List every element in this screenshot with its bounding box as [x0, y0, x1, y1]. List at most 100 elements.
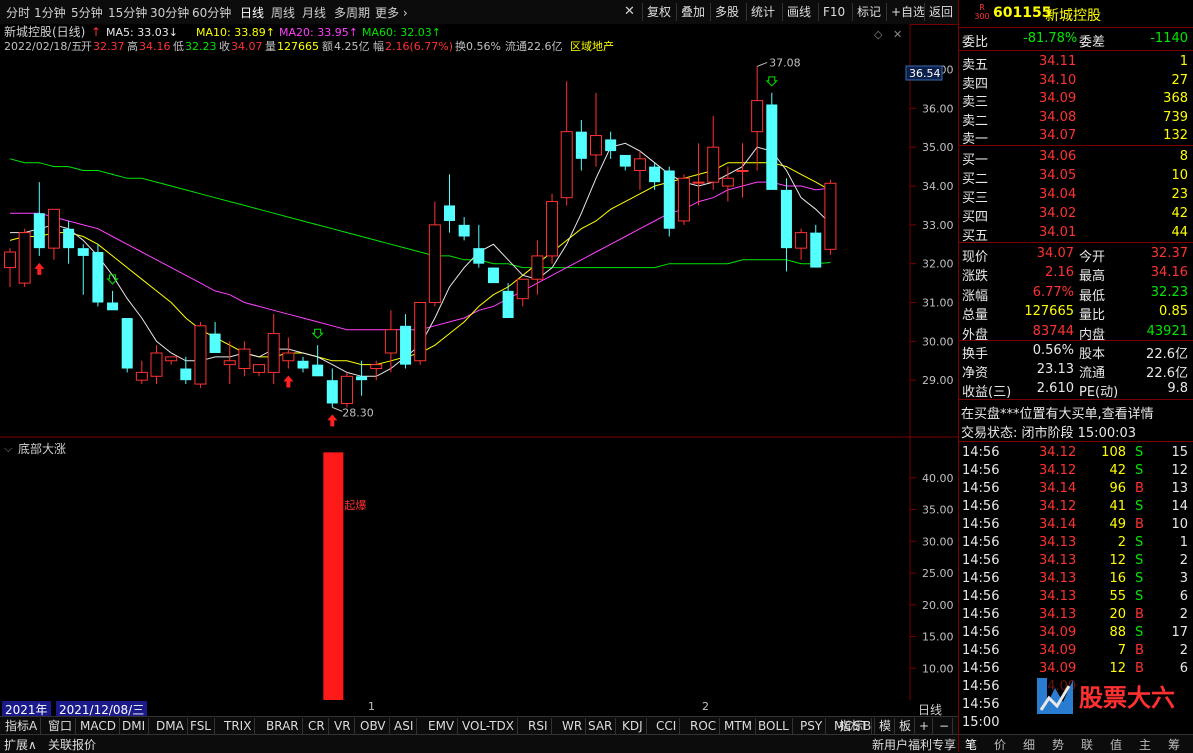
indicator-tab-emv[interactable]: EMV — [425, 718, 459, 734]
close-chart-icon[interactable]: ✕ — [893, 28, 902, 41]
period-30min[interactable]: 30分钟 — [150, 4, 189, 21]
big-order-notice[interactable]: 在买盘***位置有大买单,查看详情 — [959, 401, 1193, 422]
expand-button[interactable]: 扩展∧ — [4, 736, 37, 753]
indicator-tab-boll[interactable]: BOLL — [755, 718, 793, 734]
panel-tab-1[interactable]: 价 — [994, 736, 1006, 753]
period-monthly[interactable]: 月线 — [302, 4, 326, 21]
tick-row: 14:56 34.13 55 S 6 — [959, 587, 1193, 607]
period-more[interactable]: 更多 › — [375, 4, 408, 21]
add-watchlist-button[interactable]: +自选 — [886, 3, 929, 21]
price-tick-label: 32.00 — [922, 258, 954, 271]
tick-time: 14:56 — [962, 553, 1000, 568]
tick-volume: 7 — [1117, 643, 1126, 658]
f10-button[interactable]: F10 — [818, 3, 849, 21]
indicator-tab-sar[interactable]: SAR — [585, 718, 617, 734]
indicator-tab-asi[interactable]: ASI — [391, 718, 418, 734]
indicator-tab-fsl[interactable]: FSL — [187, 718, 215, 734]
diamond-icon[interactable]: ◇ — [874, 28, 883, 41]
indicator-tab-dma[interactable]: DMA — [153, 718, 188, 734]
tick-volume: 88 — [1109, 625, 1126, 640]
tick-direction: B — [1135, 517, 1144, 532]
stat-row: 涨跌 2.16 最高 34.16 — [959, 263, 1193, 284]
indicator-tab-mtm[interactable]: MTM — [721, 718, 757, 734]
info-close: 34.07 — [231, 40, 263, 53]
indicator-right-2[interactable]: 板 — [896, 718, 916, 734]
weibi-row: 委比 -81.78% 委差 -1140 — [959, 29, 1193, 50]
period-15min[interactable]: 15分钟 — [108, 4, 147, 21]
indicator-tab-rsi[interactable]: RSI — [525, 718, 552, 734]
tick-volume: 55 — [1109, 589, 1126, 604]
period-weekly[interactable]: 周线 — [271, 4, 295, 21]
indicator-tab-psy[interactable]: PSY — [797, 718, 827, 734]
statistics-button[interactable]: 统计 — [746, 3, 779, 21]
period-multi[interactable]: 多周期 — [334, 4, 370, 21]
tick-time: 14:56 — [962, 589, 1000, 604]
indicator-right-1[interactable]: 模 — [876, 718, 896, 734]
close-icon[interactable]: ✕ — [624, 4, 635, 19]
tick-volume: 108 — [1101, 445, 1126, 460]
indicator-tab-指标a[interactable]: 指标A — [2, 718, 42, 734]
indicator-right-4[interactable]: − — [936, 718, 954, 734]
indicator-right-0[interactable]: 指标B — [836, 718, 876, 734]
candle-body — [194, 325, 207, 385]
new-user-welfare-link[interactable]: 新用户福利专享 — [872, 736, 956, 753]
mark-button[interactable]: 标记 — [852, 3, 885, 21]
overlay-button[interactable]: 叠加 — [676, 3, 709, 21]
tick-count: 2 — [1179, 553, 1188, 568]
indicator-tab-roc[interactable]: ROC — [687, 718, 721, 734]
panel-tab-6[interactable]: 主 — [1139, 736, 1151, 753]
candle-body — [312, 364, 324, 377]
period-5min[interactable]: 5分钟 — [71, 4, 103, 21]
indicator-tab-dmi[interactable]: DMI — [119, 718, 150, 734]
tick-price: 34.12 — [1039, 499, 1077, 514]
indicator-tab-cci[interactable]: CCI — [653, 718, 681, 734]
fin-value: 0.56% — [1032, 343, 1074, 358]
draw-line-button[interactable]: 画线 — [782, 3, 815, 21]
panel-tab-4[interactable]: 联 — [1081, 736, 1093, 753]
period-toolbar: 分时 1分钟 5分钟 15分钟 30分钟 60分钟 日线 周线 月线 多周期 更… — [0, 0, 958, 25]
indicator-tab-cr[interactable]: CR — [305, 718, 329, 734]
panel-tab-2[interactable]: 细 — [1023, 736, 1035, 753]
indicator-right-3[interactable]: + — [916, 718, 934, 734]
divider — [959, 27, 1193, 28]
candle-body — [751, 100, 764, 133]
candle-body — [135, 371, 148, 381]
indicator-tab-vol-tdx[interactable]: VOL-TDX — [459, 718, 518, 734]
indicator-tab-vr[interactable]: VR — [331, 718, 355, 734]
tick-price: 34.13 — [1039, 607, 1077, 622]
fuquan-button[interactable]: 复权 — [642, 3, 675, 21]
period-fenshi[interactable]: 分时 — [6, 4, 30, 21]
period-1min[interactable]: 1分钟 — [34, 4, 66, 21]
collapse-icon[interactable]: ⌵ — [4, 442, 13, 455]
indicator-tick-label: 20.00 — [922, 599, 954, 612]
multi-stock-button[interactable]: 多股 — [710, 3, 743, 21]
indicator-tab-obv[interactable]: OBV — [357, 718, 390, 734]
indicator-tab-窗口[interactable]: 窗口 — [45, 718, 77, 734]
panel-tab-0[interactable]: 笔 — [965, 736, 977, 753]
indicator-tab-trix[interactable]: TRIX — [221, 718, 256, 734]
indicator-tab-kdj[interactable]: KDJ — [619, 718, 647, 734]
tick-direction: S — [1135, 535, 1144, 550]
indicator-tab-wr[interactable]: WR — [559, 718, 587, 734]
info-sector[interactable]: 区域地产 — [570, 39, 614, 53]
candle-body — [92, 252, 104, 303]
period-daily[interactable]: 日线 — [240, 4, 264, 21]
kline-chart[interactable]: 37.0036.0035.0034.0033.0032.0031.0030.00… — [0, 24, 958, 700]
tick-row: 14:56 34.12 41 S 14 — [959, 497, 1193, 517]
period-60min[interactable]: 60分钟 — [192, 4, 231, 21]
related-quote-button[interactable]: 关联报价 — [48, 736, 96, 753]
tick-time: 14:56 — [962, 445, 1000, 460]
tick-volume: 12 — [1109, 553, 1126, 568]
indicator-tab-brar[interactable]: BRAR — [263, 718, 303, 734]
candle-body — [692, 181, 705, 184]
low-label: 28.30 — [342, 406, 374, 419]
panel-tab-5[interactable]: 值 — [1110, 736, 1122, 753]
panel-tab-7[interactable]: 筹 — [1168, 736, 1180, 753]
bid-volume: 8 — [1179, 149, 1188, 164]
candle-body — [223, 360, 236, 366]
panel-tab-3[interactable]: 势 — [1052, 736, 1064, 753]
candle-body — [33, 213, 45, 249]
indicator-tab-macd[interactable]: MACD — [77, 718, 120, 734]
ask-price: 34.09 — [1039, 91, 1077, 107]
back-button[interactable]: 返回 — [924, 3, 957, 21]
